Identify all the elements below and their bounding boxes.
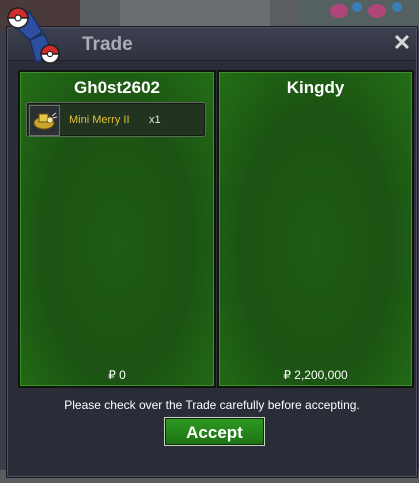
item-icon-slot bbox=[29, 105, 60, 136]
pokeball-logo-icon bbox=[7, 7, 60, 64]
close-icon[interactable]: ✕ bbox=[392, 32, 412, 54]
right-trader-money: ₽ 2,200,000 bbox=[283, 368, 348, 382]
flower-decoration bbox=[352, 2, 362, 12]
mini-merry-icon bbox=[33, 112, 58, 130]
trade-window: Trade ✕ Gh0st2602 Mini Merry II x1 ₽ 0 K… bbox=[7, 7, 417, 477]
flower-decoration bbox=[368, 4, 386, 18]
world-tiles bbox=[120, 0, 270, 30]
window-title: Trade bbox=[82, 34, 133, 55]
right-trader-panel: Kingdy ₽ 2,200,000 bbox=[217, 70, 414, 388]
trade-warning-text: Please check over the Trade carefully be… bbox=[64, 398, 360, 412]
left-trader-panel: Gh0st2602 Mini Merry II x1 ₽ 0 bbox=[18, 70, 216, 388]
left-trader-money: ₽ 0 bbox=[108, 368, 126, 382]
accept-button[interactable]: Accept bbox=[164, 417, 265, 446]
item-quantity: x1 bbox=[149, 114, 161, 126]
flower-decoration bbox=[330, 4, 348, 18]
right-trader-name: Kingdy bbox=[286, 78, 345, 97]
flower-decoration bbox=[392, 2, 402, 12]
trade-item-row[interactable]: Mini Merry II x1 bbox=[26, 102, 206, 137]
left-trader-name: Gh0st2602 bbox=[74, 78, 160, 97]
item-name: Mini Merry II bbox=[69, 114, 130, 126]
